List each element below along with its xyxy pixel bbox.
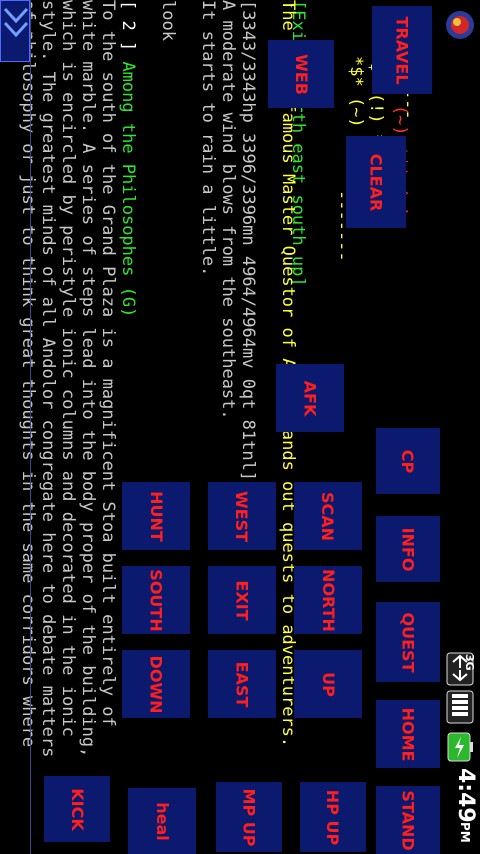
quest-button[interactable]: QUEST <box>376 602 440 682</box>
exit-button[interactable]: EXIT <box>208 566 276 634</box>
terminal-line-prompt: [3343/3343hp 3396/3396mn 4964/4964mv 0qt… <box>238 0 258 502</box>
terminal-line-rain: It starts to rain a little. <box>198 0 218 277</box>
network-type-label: 3G <box>463 654 476 671</box>
expand-chevrons-icon[interactable] <box>0 0 30 62</box>
clock-ampm: PM <box>458 822 472 843</box>
home-button[interactable]: HOME <box>376 700 440 768</box>
terminal-line-room-title: [ 2 ] Among the Philosophes (G) <box>118 0 138 318</box>
scan-button[interactable]: SCAN <box>294 482 362 550</box>
east-button[interactable]: EAST <box>208 650 276 718</box>
terminal-line-desc-1: To the south of the Grand Plaza is a mag… <box>98 0 118 727</box>
terminal-line-desc-2: white marble. A series of steps lead int… <box>78 0 98 758</box>
down-button[interactable]: DOWN <box>122 650 190 718</box>
mp-up-button[interactable]: MP UP <box>216 782 282 852</box>
terminal-line-desc-5: of philosophy or just to think great tho… <box>18 0 38 748</box>
west-button[interactable]: WEST <box>208 482 276 550</box>
clock-time: 4:49 <box>453 768 478 823</box>
stand-button[interactable]: STAND <box>376 786 440 854</box>
heal-button[interactable]: heal <box>128 788 196 854</box>
afk-button[interactable]: AFK <box>276 364 344 432</box>
kick-button[interactable]: KICK <box>44 776 110 842</box>
travel-button[interactable]: TRAVEL <box>372 6 432 94</box>
terminal-line-wind: A moderate wind blows from the southeast… <box>218 0 238 420</box>
status-bar: 3G 4:49 PM <box>440 0 480 854</box>
info-button[interactable]: INFO <box>376 516 440 582</box>
battery-charging-icon <box>446 730 474 764</box>
web-button[interactable]: WEB <box>268 40 334 108</box>
south-button[interactable]: SOUTH <box>122 566 190 634</box>
signal-icon <box>446 690 474 724</box>
terminal-line-desc-3: which is encircled by peristyle ionic co… <box>58 0 78 737</box>
terminal-line-desc-4: style. The greatest minds of all Andolor… <box>38 0 58 758</box>
hp-up-button[interactable]: HP UP <box>300 782 366 852</box>
terminal-line-command: look <box>158 0 178 41</box>
left-edge-divider <box>30 0 31 854</box>
clear-button[interactable]: CLEAR <box>346 136 406 228</box>
hunt-button[interactable]: HUNT <box>122 482 190 550</box>
north-button[interactable]: NORTH <box>294 566 362 634</box>
cp-button[interactable]: CP <box>376 428 440 494</box>
app-logo-icon <box>445 10 475 40</box>
up-button[interactable]: UP <box>294 650 362 718</box>
